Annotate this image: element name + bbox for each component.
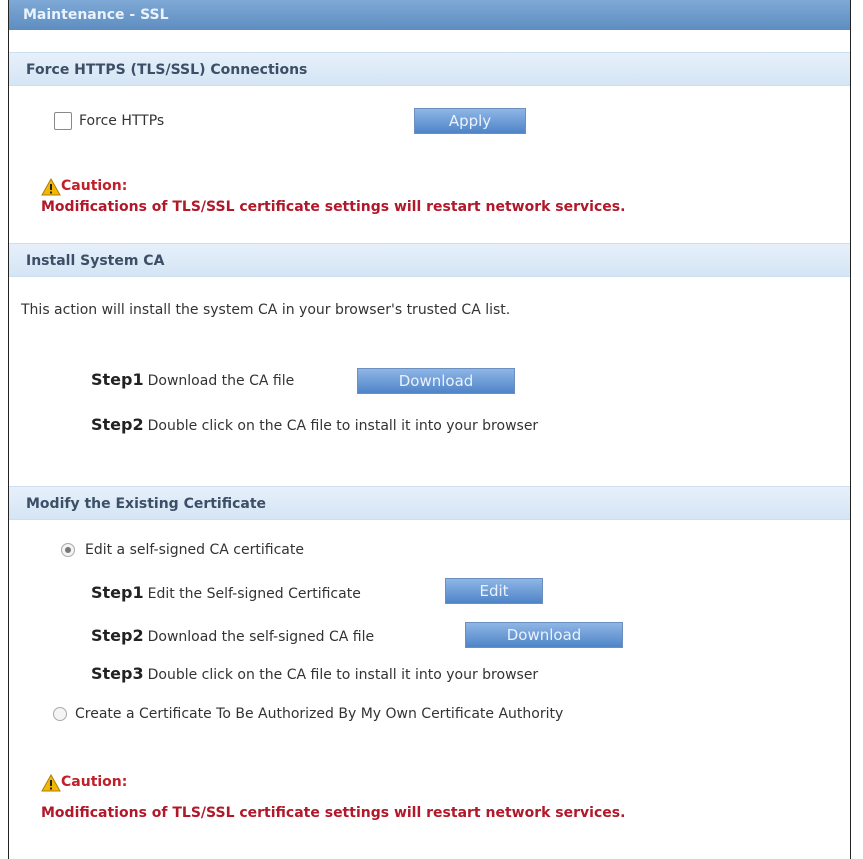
download-ca-button[interactable]: Download [357,368,515,394]
edit-self-signed-radio[interactable] [61,543,75,557]
ssl-maintenance-panel: Maintenance - SSL Force HTTPS (TLS/SSL) … [8,0,851,859]
modify-step1: Step1 Edit the Self-signed Certificate [91,583,361,604]
install-step2: Step2 Double click on the CA file to inst… [91,415,538,436]
caution-icon [41,774,61,792]
step3-label: Step3 [91,664,144,683]
step1-label: Step1 [91,583,144,602]
caution-message: Modifications of TLS/SSL certificate set… [41,199,626,215]
apply-button[interactable]: Apply [414,108,526,134]
step2-label: Step2 [91,415,144,434]
step2-label: Step2 [91,626,144,645]
modify-cert-header: Modify the Existing Certificate [9,486,850,520]
create-certificate-label: Create a Certificate To Be Authorized By… [75,706,564,722]
edit-self-signed-label: Edit a self-signed CA certificate [85,542,304,558]
modify-step3: Step3 Double click on the CA file to inst… [91,664,538,685]
step2-text: Download the self-signed CA file [147,629,375,645]
caution-icon [41,178,61,196]
step1-label: Step1 [91,370,144,389]
install-ca-description: This action will install the system CA i… [21,302,511,318]
force-https-header: Force HTTPS (TLS/SSL) Connections [9,52,850,86]
force-https-label: Force HTTPs [79,113,165,129]
page-title: Maintenance - SSL [9,0,850,30]
force-https-checkbox[interactable] [54,112,72,130]
step1-text: Edit the Self-signed Certificate [147,586,361,602]
install-ca-header: Install System CA [9,243,850,277]
caution-label: Caution: [61,774,128,790]
download-self-signed-button[interactable]: Download [465,622,623,648]
modify-step2: Step2 Download the self-signed CA file [91,626,374,647]
caution-message: Modifications of TLS/SSL certificate set… [41,805,626,821]
caution-label: Caution: [61,178,128,194]
edit-certificate-button[interactable]: Edit [445,578,543,604]
install-step1: Step1 Download the CA file [91,370,294,391]
step1-text: Download the CA file [147,373,295,389]
create-certificate-radio[interactable] [53,707,67,721]
step3-text: Double click on the CA file to install i… [147,667,539,683]
step2-text: Double click on the CA file to install i… [147,418,539,434]
